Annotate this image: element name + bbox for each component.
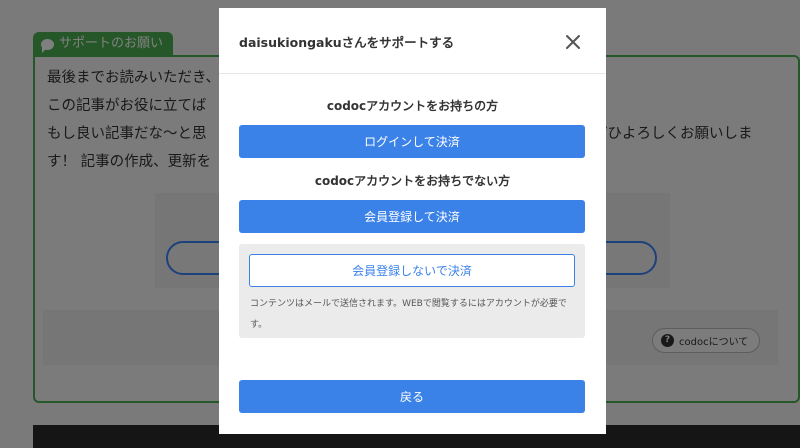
guest-note: コンテンツはメールで送信されます。WEBで閲覧するにはアカウントが必要です。: [250, 299, 567, 330]
modal-title: daisukiongakuさんをサポートする: [239, 35, 455, 50]
no-account-label: codocアカウントをお持ちでない方: [314, 174, 511, 188]
guest-checkout-button[interactable]: 会員登録しないで決済: [249, 254, 575, 287]
back-button[interactable]: 戻る: [239, 380, 585, 413]
modal-header: daisukiongakuさんをサポートする: [219, 8, 606, 74]
support-modal: daisukiongakuさんをサポートする codocアカウントをお持ちの方 …: [219, 8, 606, 434]
close-icon: [566, 35, 580, 49]
has-account-label: codocアカウントをお持ちの方: [326, 99, 499, 113]
guest-panel: 会員登録しないで決済 コンテンツはメールで送信されます。WEBで閲覧するにはアカ…: [239, 244, 585, 338]
close-button[interactable]: [562, 31, 584, 53]
register-button[interactable]: 会員登録して決済: [239, 200, 585, 233]
login-button[interactable]: ログインして決済: [239, 125, 585, 158]
